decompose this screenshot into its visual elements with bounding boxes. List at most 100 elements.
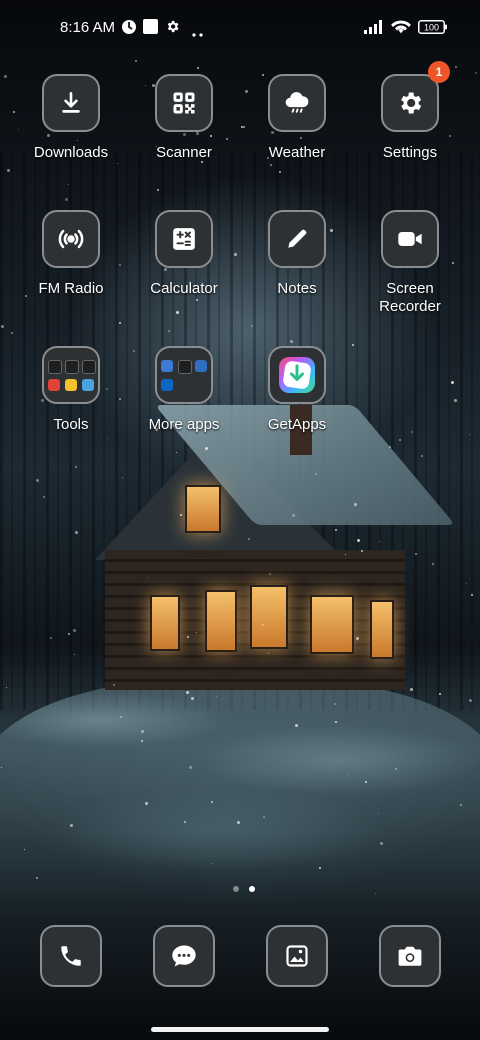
video-camera-icon[interactable] [381, 210, 439, 268]
snowflake [75, 531, 78, 534]
snowflake [184, 821, 186, 823]
page-indicator[interactable] [228, 879, 260, 897]
dock-messages[interactable] [153, 925, 215, 987]
snowflake [113, 684, 115, 686]
app-label: Tools [53, 416, 89, 433]
phone-icon[interactable] [40, 925, 102, 987]
snowflake [4, 75, 7, 78]
dock-camera[interactable] [379, 925, 441, 987]
folder-more-apps[interactable]: More apps [128, 346, 240, 434]
cloud-rain-icon[interactable] [268, 74, 326, 132]
clock-app-icon [121, 19, 137, 40]
page-dot[interactable] [233, 886, 239, 892]
folder-tools[interactable]: Tools [15, 346, 127, 434]
pencil-icon[interactable] [268, 210, 326, 268]
snowflake [50, 637, 52, 639]
app-downloads[interactable]: Downloads [15, 74, 127, 162]
snowflake [432, 563, 434, 565]
snowflake [354, 503, 357, 506]
snowflake [196, 299, 198, 301]
gear-icon[interactable]: 1 [381, 61, 450, 132]
app-label: Screen Recorder [379, 280, 441, 315]
snowflake [232, 445, 233, 446]
snowflake [191, 697, 194, 700]
snowflake [460, 804, 462, 806]
snowflake [43, 496, 45, 498]
folder-icon[interactable] [155, 346, 213, 404]
home-gesture-bar[interactable] [151, 1027, 329, 1032]
app-weather[interactable]: Weather [241, 74, 353, 162]
snowflake [375, 893, 376, 894]
snowflake [141, 730, 144, 733]
snowflake [475, 72, 477, 74]
mini-app-icon [48, 378, 60, 391]
empty-slot [195, 379, 207, 391]
signal-icon [364, 20, 386, 39]
notification-badge: 1 [428, 61, 450, 83]
battery-icon: 100 [418, 20, 448, 39]
app-label: Downloads [33, 144, 109, 161]
snowflake [180, 514, 182, 516]
snowflake [319, 867, 321, 869]
snowflake [380, 842, 383, 845]
app-scanner[interactable]: Scanner [128, 74, 240, 162]
snowflake [378, 813, 379, 814]
mini-app-icon [161, 378, 173, 391]
snowflake [117, 163, 118, 164]
mini-app-icon [48, 359, 62, 374]
app-settings[interactable]: 1 Settings [354, 61, 466, 162]
snowflake [187, 636, 189, 638]
snowflake [335, 529, 337, 531]
radio-waves-icon[interactable] [42, 210, 100, 268]
qr-scan-icon[interactable] [155, 74, 213, 132]
app-fm-radio[interactable]: FM Radio [15, 210, 127, 298]
snowflake [379, 541, 380, 542]
empty-slot [178, 379, 190, 391]
snowflake [189, 766, 192, 769]
mini-app-icon [82, 359, 96, 374]
snowflake [439, 693, 441, 695]
mini-app-icon [195, 359, 207, 372]
page-dot-active[interactable] [249, 886, 255, 892]
snowflake [469, 699, 472, 702]
app-label: Weather [268, 144, 326, 161]
app-calculator[interactable]: Calculator [128, 210, 240, 298]
gallery-icon[interactable] [266, 925, 328, 987]
snowflake [389, 446, 391, 448]
app-screen-recorder[interactable]: Screen Recorder [354, 210, 466, 316]
snowflake [455, 66, 457, 68]
getapps-icon[interactable] [268, 346, 326, 404]
snowflake [70, 824, 73, 827]
snowflake [471, 594, 473, 596]
snowflake [68, 633, 70, 635]
snowflake [211, 863, 212, 864]
status-time: 8:16 AM [60, 19, 116, 36]
camera-icon[interactable] [379, 925, 441, 987]
snowflake [197, 67, 199, 69]
snowflake [454, 399, 457, 402]
snowflake [6, 687, 7, 688]
app-getapps[interactable]: GetApps [241, 346, 353, 434]
gear-icon [165, 19, 180, 39]
snowflake [196, 632, 197, 633]
snowflake [68, 184, 69, 185]
download-icon[interactable] [42, 74, 100, 132]
app-label: GetApps [267, 416, 327, 433]
app-notes[interactable]: Notes [241, 210, 353, 298]
snowflake [292, 514, 295, 517]
mini-app-icon [178, 359, 192, 374]
snowflake [334, 703, 336, 705]
snowflake [122, 477, 123, 478]
chat-bubble-icon[interactable] [153, 925, 215, 987]
app-label: Scanner [156, 144, 212, 161]
cabin-illustration [95, 405, 456, 700]
snowflake [270, 164, 272, 166]
calculator-icon[interactable] [155, 210, 213, 268]
snowflake [415, 553, 417, 555]
snowflake [263, 816, 265, 818]
folder-icon[interactable] [42, 346, 100, 404]
dock-phone[interactable] [40, 925, 102, 987]
snowflake [216, 696, 217, 697]
dock-gallery[interactable] [266, 925, 328, 987]
snowflake [365, 781, 367, 783]
